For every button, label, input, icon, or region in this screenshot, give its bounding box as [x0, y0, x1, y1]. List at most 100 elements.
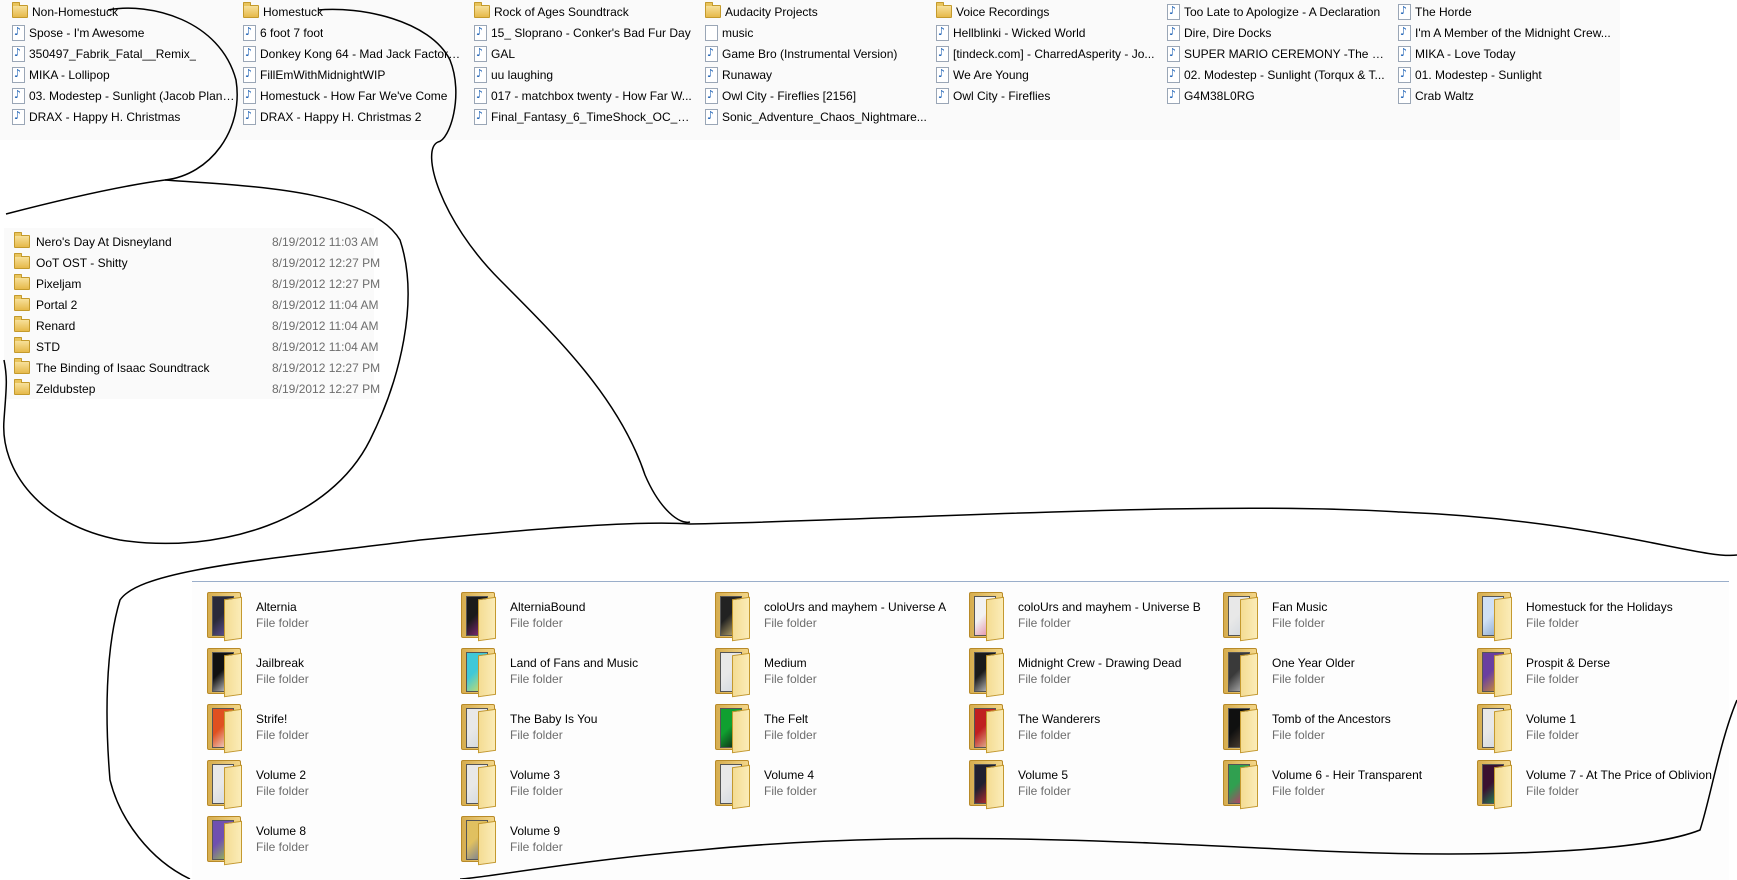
list-file-item[interactable]: music — [703, 23, 928, 42]
folder-tile[interactable]: The Wanderers File folder — [968, 702, 1218, 758]
folder-tile[interactable]: Homestuck for the Holidays File folder — [1476, 590, 1726, 646]
folder-thumbnail-icon — [714, 702, 750, 754]
list-file-item[interactable]: Homestuck - How Far We've Come — [241, 86, 466, 105]
list-file-item[interactable]: 03. Modestep - Sunlight (Jacob Plant... — [10, 86, 235, 105]
folder-tile[interactable]: Volume 3 File folder — [460, 758, 710, 814]
audio-file-icon — [705, 108, 718, 125]
list-file-item[interactable]: We Are Young — [934, 65, 1159, 84]
folder-tile[interactable]: Volume 4 File folder — [714, 758, 964, 814]
list-file-item[interactable]: Game Bro (Instrumental Version) — [703, 44, 928, 63]
list-folder-item[interactable]: Audacity Projects — [703, 2, 928, 21]
audio-file-icon — [1167, 45, 1180, 62]
folder-tile-type: File folder — [1526, 728, 1579, 742]
folder-tile[interactable]: Midnight Crew - Drawing Dead File folder — [968, 646, 1218, 702]
list-file-item[interactable]: The Horde — [1396, 2, 1621, 21]
folder-tile-name: Volume 8 — [256, 824, 307, 838]
folder-tile-type: File folder — [764, 616, 817, 630]
audio-file-icon — [705, 87, 718, 104]
list-file-item[interactable]: G4M38L0RG — [1165, 86, 1390, 105]
list-file-item[interactable]: Hellblinki - Wicked World — [934, 23, 1159, 42]
list-file-item[interactable]: Crab Waltz — [1396, 86, 1621, 105]
list-item-label: 02. Modestep - Sunlight (Torqux & T... — [1184, 67, 1385, 82]
folder-tile[interactable]: Volume 2 File folder — [206, 758, 456, 814]
details-row[interactable]: OoT OST - Shitty 8/19/2012 12:27 PM — [12, 252, 382, 273]
folder-tile[interactable]: Prospit & Derse File folder — [1476, 646, 1726, 702]
tiles-view-pane: Alternia File folder AlterniaBound File fol… — [192, 581, 1729, 880]
folder-tile-type: File folder — [764, 784, 817, 798]
details-row[interactable]: Zeldubstep 8/19/2012 12:27 PM — [12, 378, 382, 399]
list-folder-item[interactable]: Homestuck — [241, 2, 466, 21]
list-file-item[interactable]: Sonic_Adventure_Chaos_Nightmare... — [703, 107, 928, 126]
list-folder-item[interactable]: Non-Homestuck — [10, 2, 235, 21]
folder-tile[interactable]: Volume 1 File folder — [1476, 702, 1726, 758]
details-row[interactable]: The Binding of Isaac Soundtrack 8/19/2012… — [12, 357, 382, 378]
list-file-item[interactable]: DRAX - Happy H. Christmas 2 — [241, 107, 466, 126]
folder-tile[interactable]: The Baby Is You File folder — [460, 702, 710, 758]
audio-file-icon — [1398, 87, 1411, 104]
folder-tile[interactable]: Volume 7 - At The Price of Oblivion File … — [1476, 758, 1726, 814]
list-file-item[interactable]: [tindeck.com] - CharredAsperity - Jo... — [934, 44, 1159, 63]
list-file-item[interactable]: 15_ Sloprano - Conker's Bad Fur Day — [472, 23, 697, 42]
folder-thumbnail-icon — [968, 590, 1004, 642]
folder-icon — [12, 2, 28, 18]
list-file-item[interactable]: Owl City - Fireflies [2156] — [703, 86, 928, 105]
folder-tile[interactable]: AlterniaBound File folder — [460, 590, 710, 646]
folder-tile[interactable]: Alternia File folder — [206, 590, 456, 646]
list-file-item[interactable]: MIKA - Love Today — [1396, 44, 1621, 63]
folder-tile[interactable]: Tomb of the Ancestors File folder — [1222, 702, 1472, 758]
details-row[interactable]: Renard 8/19/2012 11:04 AM — [12, 315, 382, 336]
list-file-item[interactable]: GAL — [472, 44, 697, 63]
folder-tile[interactable]: The Felt File folder — [714, 702, 964, 758]
folder-tile[interactable]: Volume 8 File folder — [206, 814, 456, 870]
list-file-item[interactable]: SUPER MARIO CEREMONY -The 30t... — [1165, 44, 1390, 63]
list-file-item[interactable]: Owl City - Fireflies — [934, 86, 1159, 105]
list-file-item[interactable]: 02. Modestep - Sunlight (Torqux & T... — [1165, 65, 1390, 84]
list-item-label: Owl City - Fireflies — [953, 88, 1051, 103]
details-row[interactable]: Portal 2 8/19/2012 11:04 AM — [12, 294, 382, 315]
list-folder-item[interactable]: Rock of Ages Soundtrack — [472, 2, 697, 21]
list-file-item[interactable]: Final_Fantasy_6_TimeShock_OC_Re... — [472, 107, 697, 126]
folder-tile-type: File folder — [256, 784, 309, 798]
folder-tile[interactable]: Land of Fans and Music File folder — [460, 646, 710, 702]
details-row[interactable]: Nero's Day At Disneyland 8/19/2012 11:03 … — [12, 231, 382, 252]
folder-tile-type: File folder — [1018, 784, 1071, 798]
list-file-item[interactable]: 01. Modestep - Sunlight — [1396, 65, 1621, 84]
list-file-item[interactable]: FillEmWithMidnightWIP — [241, 65, 466, 84]
audio-file-icon — [1398, 3, 1411, 20]
list-item-label: Homestuck — [263, 4, 324, 19]
list-file-item[interactable]: I'm A Member of the Midnight Crew... — [1396, 23, 1621, 42]
list-file-item[interactable]: 6 foot 7 foot — [241, 23, 466, 42]
folder-tile[interactable]: One Year Older File folder — [1222, 646, 1472, 702]
list-file-item[interactable]: DRAX - Happy H. Christmas — [10, 107, 235, 126]
folder-tile[interactable]: coloUrs and mayhem - Universe A File fold… — [714, 590, 964, 646]
folder-tile[interactable]: Volume 6 - Heir Transparent File folder — [1222, 758, 1472, 814]
folder-tile[interactable]: Volume 5 File folder — [968, 758, 1218, 814]
details-view-pane: Nero's Day At Disneyland 8/19/2012 11:03 … — [4, 228, 380, 399]
folder-tile[interactable]: Volume 9 File folder — [460, 814, 710, 870]
list-file-item[interactable]: Spose - I'm Awesome — [10, 23, 235, 42]
list-file-item[interactable]: Dire, Dire Docks — [1165, 23, 1390, 42]
list-file-item[interactable]: MIKA - Lollipop — [10, 65, 235, 84]
list-item-label: Owl City - Fireflies [2156] — [722, 88, 857, 103]
list-file-item[interactable]: Donkey Kong 64 - Mad Jack Factory ... — [241, 44, 466, 63]
list-item-label: 350497_Fabrik_Fatal__Remix_ — [29, 46, 197, 61]
list-item-label: [tindeck.com] - CharredAsperity - Jo... — [953, 46, 1155, 61]
folder-tile[interactable]: Fan Music File folder — [1222, 590, 1472, 646]
folder-tile-type: File folder — [1526, 616, 1579, 630]
list-file-item[interactable]: uu laughing — [472, 65, 697, 84]
list-folder-item[interactable]: Voice Recordings — [934, 2, 1159, 21]
list-file-item[interactable]: 350497_Fabrik_Fatal__Remix_ — [10, 44, 235, 63]
list-item-label: Rock of Ages Soundtrack — [494, 4, 629, 19]
folder-tile[interactable]: coloUrs and mayhem - Universe B File fold… — [968, 590, 1218, 646]
details-row[interactable]: STD 8/19/2012 11:04 AM — [12, 336, 382, 357]
list-file-item[interactable]: Runaway — [703, 65, 928, 84]
folder-thumbnail-icon — [1222, 646, 1258, 698]
details-date-modified: 8/19/2012 11:04 AM — [272, 297, 379, 312]
folder-tile[interactable]: Strife! File folder — [206, 702, 456, 758]
details-row[interactable]: Pixeljam 8/19/2012 12:27 PM — [12, 273, 382, 294]
list-file-item[interactable]: 017 - matchbox twenty - How Far W... — [472, 86, 697, 105]
folder-tile[interactable]: Medium File folder — [714, 646, 964, 702]
folder-tile[interactable]: Jailbreak File folder — [206, 646, 456, 702]
list-item-label: 03. Modestep - Sunlight (Jacob Plant... — [29, 88, 235, 103]
list-file-item[interactable]: Too Late to Apologize - A Declaration — [1165, 2, 1390, 21]
